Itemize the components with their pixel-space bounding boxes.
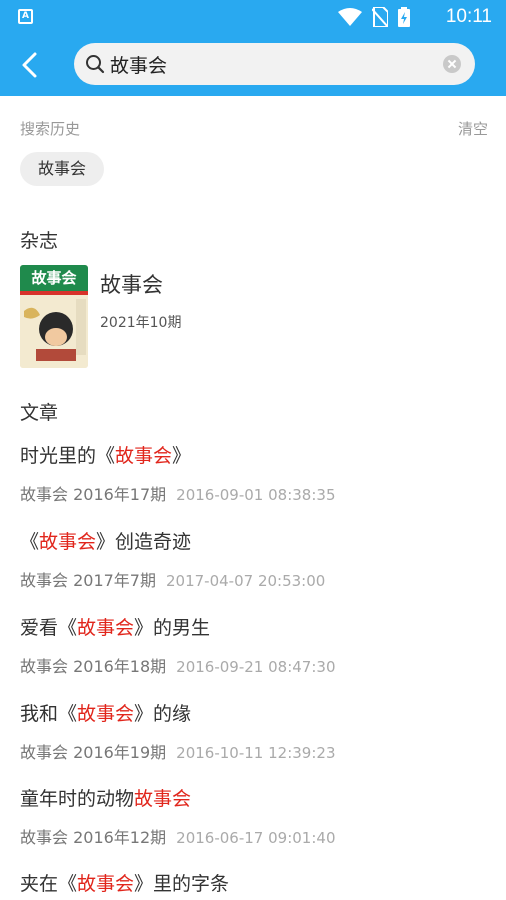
search-header [0,34,506,96]
search-box[interactable] [74,43,475,85]
article-meta: 故事会 2016年18期 2016-09-21 08:47:30 [20,653,490,677]
article-source: 故事会 2016年18期 [20,657,167,676]
system-icons [338,7,410,27]
article-date: 2016-10-11 12:39:23 [176,744,336,762]
magazine-card[interactable]: 故事会 故事会 2021年10期 [20,265,490,369]
article-item[interactable]: 夹在《故事会》里的字条 [20,869,490,895]
article-title: 夹在《故事会》里的字条 [20,873,230,895]
article-date: 2016-09-21 08:47:30 [176,658,336,676]
article-source: 故事会 2016年17期 [20,485,167,504]
keyword-highlight: 故事会 [77,703,135,725]
back-button[interactable] [14,47,48,83]
search-history-label: 搜索历史 [20,120,81,138]
search-history-header: 搜索历史 清空 [20,118,488,139]
article-item[interactable]: 《故事会》创造奇迹 故事会 2017年7期 2017-04-07 20:53:00 [20,527,490,591]
article-title: 爱看《故事会》的男生 [20,617,211,639]
article-item[interactable]: 爱看《故事会》的男生 故事会 2016年18期 2016-09-21 08:47:… [20,613,490,677]
article-meta: 故事会 2016年19期 2016-10-11 12:39:23 [20,739,490,763]
article-date: 2016-06-17 09:01:40 [176,829,336,847]
article-title: 《故事会》创造奇迹 [20,531,192,553]
keyword-highlight: 故事会 [77,873,135,895]
article-title: 童年时的动物故事会 [20,788,192,810]
article-source: 故事会 2016年12期 [20,828,167,847]
article-date: 2017-04-07 20:53:00 [166,572,326,590]
clear-input-icon[interactable] [443,55,461,73]
article-meta: 故事会 2016年17期 2016-09-01 08:38:35 [20,481,490,505]
article-section-title: 文章 [20,402,59,424]
history-chip[interactable]: 故事会 [20,152,104,186]
magazine-issue: 2021年10期 [100,315,182,331]
article-item[interactable]: 我和《故事会》的缘 故事会 2016年19期 2016-10-11 12:39:2… [20,699,490,763]
status-bar: A 10:11 [0,0,506,34]
chevron-left-icon [22,52,37,78]
magazine-cover-title: 故事会 [31,269,77,287]
article-item[interactable]: 童年时的动物故事会 故事会 2016年12期 2016-06-17 09:01:4… [20,784,490,848]
magazine-name: 故事会 [100,273,163,297]
wifi-icon [338,8,362,26]
article-title: 时光里的《故事会》 [20,445,192,467]
article-title: 我和《故事会》的缘 [20,703,192,725]
keyword-highlight: 故事会 [39,531,97,553]
article-item[interactable]: 时光里的《故事会》 故事会 2016年17期 2016-09-01 08:38:3… [20,441,490,505]
keyword-highlight: 故事会 [115,445,173,467]
article-source: 故事会 2017年7期 [20,571,156,590]
status-time: 10:11 [445,6,492,27]
magazine-section-title: 杂志 [20,230,59,252]
article-source: 故事会 2016年19期 [20,743,167,762]
article-date: 2016-09-01 08:38:35 [176,486,336,504]
article-meta: 故事会 2016年12期 2016-06-17 09:01:40 [20,824,490,848]
keyword-highlight: 故事会 [134,788,192,810]
article-meta: 故事会 2017年7期 2017-04-07 20:53:00 [20,567,490,591]
magazine-cover: 故事会 [20,265,88,368]
clear-history-button[interactable]: 清空 [458,118,488,139]
battery-charging-icon [398,7,410,27]
keyword-highlight: 故事会 [77,617,135,639]
no-sim-icon [372,7,388,27]
search-icon [86,55,105,74]
app-notification-icon: A [18,9,33,24]
search-input[interactable] [110,43,430,85]
